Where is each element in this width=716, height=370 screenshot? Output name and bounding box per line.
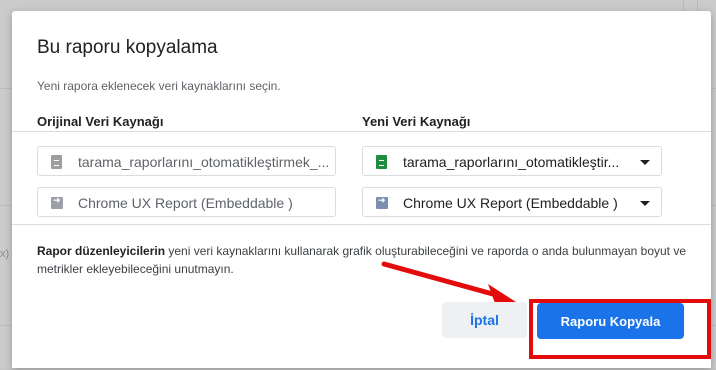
cancel-button[interactable]: İptal xyxy=(442,302,527,338)
annotation-highlight-box xyxy=(529,299,711,359)
